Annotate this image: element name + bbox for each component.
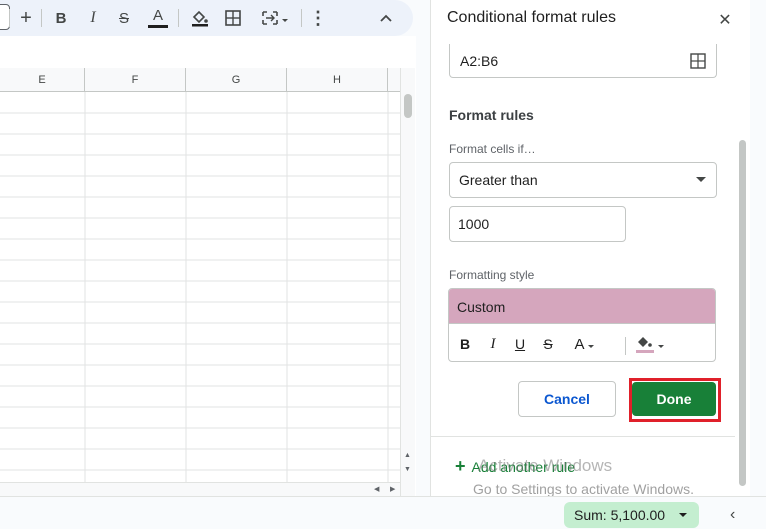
text-color-icon[interactable]: A — [569, 331, 599, 357]
scroll-left-icon[interactable]: ◀ — [374, 485, 379, 493]
panel-title: Conditional format rules — [447, 9, 616, 26]
spreadsheet-grid[interactable]: E F G H ▲ ▼ ◀ ▶ — [0, 36, 416, 496]
panel-divider — [431, 436, 735, 437]
format-cells-if-label: Format cells if… — [449, 142, 536, 156]
column-header-e[interactable]: E — [0, 68, 85, 92]
collapse-panel-icon[interactable]: ‹ — [730, 506, 735, 524]
column-header-f[interactable]: F — [85, 68, 186, 92]
column-header-partial — [388, 68, 400, 92]
column-header-g[interactable]: G — [186, 68, 287, 92]
add-icon: + — [455, 456, 466, 476]
condition-dropdown[interactable]: Greater than — [449, 162, 717, 198]
text-color-icon[interactable]: A — [147, 0, 169, 36]
formatting-style-box: Custom B I U S A — [448, 288, 716, 362]
italic-icon[interactable]: I — [485, 331, 501, 357]
condition-value: Greater than — [459, 172, 538, 188]
fill-color-icon[interactable] — [633, 331, 665, 357]
horizontal-scrollbar[interactable] — [0, 482, 400, 496]
range-input[interactable]: A2:B6 — [449, 44, 717, 78]
text-color-letter: A — [152, 7, 163, 24]
toolbar-separator — [301, 9, 302, 27]
sum-label: Sum: 5,100.00 — [574, 507, 666, 523]
cancel-button[interactable]: Cancel — [518, 381, 616, 417]
toolbar-separator — [9, 9, 10, 27]
cell-grid[interactable] — [0, 92, 400, 482]
style-preview-text: Custom — [457, 299, 506, 315]
condition-value-input[interactable]: 1000 — [449, 206, 626, 242]
underline-icon[interactable]: U — [512, 331, 528, 357]
toolbar-separator — [178, 9, 179, 27]
scroll-down-icon[interactable]: ▼ — [404, 466, 411, 473]
formatting-style-label: Formatting style — [449, 268, 535, 282]
toolbar-separator — [41, 9, 42, 27]
more-icon[interactable]: ⋮ — [309, 0, 327, 36]
format-rules-heading: Format rules — [449, 107, 534, 123]
add-icon[interactable]: + — [16, 0, 36, 36]
scroll-right-icon[interactable]: ▶ — [390, 485, 395, 493]
close-icon[interactable]: ✕ — [715, 10, 735, 30]
chevron-down-icon — [281, 18, 288, 22]
sum-indicator[interactable]: Sum: 5,100.00 — [564, 502, 699, 528]
strikethrough-icon[interactable]: S — [540, 331, 556, 357]
style-preview[interactable]: Custom — [449, 289, 715, 324]
chevron-down-icon — [696, 177, 706, 182]
text-color-letter: A — [574, 335, 585, 353]
chevron-down-icon — [657, 344, 664, 348]
select-range-icon[interactable] — [690, 53, 706, 74]
collapse-toolbar-icon[interactable] — [376, 0, 396, 36]
chevron-down-icon — [679, 513, 687, 517]
bold-icon[interactable]: B — [457, 331, 473, 357]
vertical-scrollbar[interactable] — [400, 68, 415, 496]
scroll-up-icon[interactable]: ▲ — [404, 452, 411, 459]
bold-icon[interactable]: B — [52, 0, 70, 36]
conditional-format-panel: Conditional format rules ✕ A2:B6 Format … — [430, 0, 750, 496]
panel-scroll-thumb[interactable] — [739, 140, 746, 486]
text-color-swatch — [148, 25, 168, 28]
strikethrough-icon[interactable]: S — [115, 0, 133, 36]
formatting-toolbar: + B I S A ⋮ — [0, 0, 413, 36]
app-window: + B I S A ⋮ E F G H ▲ ▼ ◀ ▶ Conditional … — [0, 0, 766, 529]
done-button[interactable]: Done — [632, 382, 716, 416]
italic-icon[interactable]: I — [84, 0, 102, 36]
format-separator — [625, 337, 626, 355]
merge-cells-icon[interactable] — [255, 0, 293, 36]
activate-windows-hint: Go to Settings to activate Windows. — [473, 481, 694, 497]
column-header-h[interactable]: H — [287, 68, 388, 92]
activate-windows-watermark: Activate Windows — [478, 456, 613, 475]
vertical-scroll-thumb[interactable] — [404, 94, 412, 118]
range-value: A2:B6 — [460, 53, 499, 69]
fill-color-icon[interactable] — [189, 0, 211, 36]
borders-icon[interactable] — [223, 0, 243, 36]
chevron-down-icon — [587, 344, 594, 348]
